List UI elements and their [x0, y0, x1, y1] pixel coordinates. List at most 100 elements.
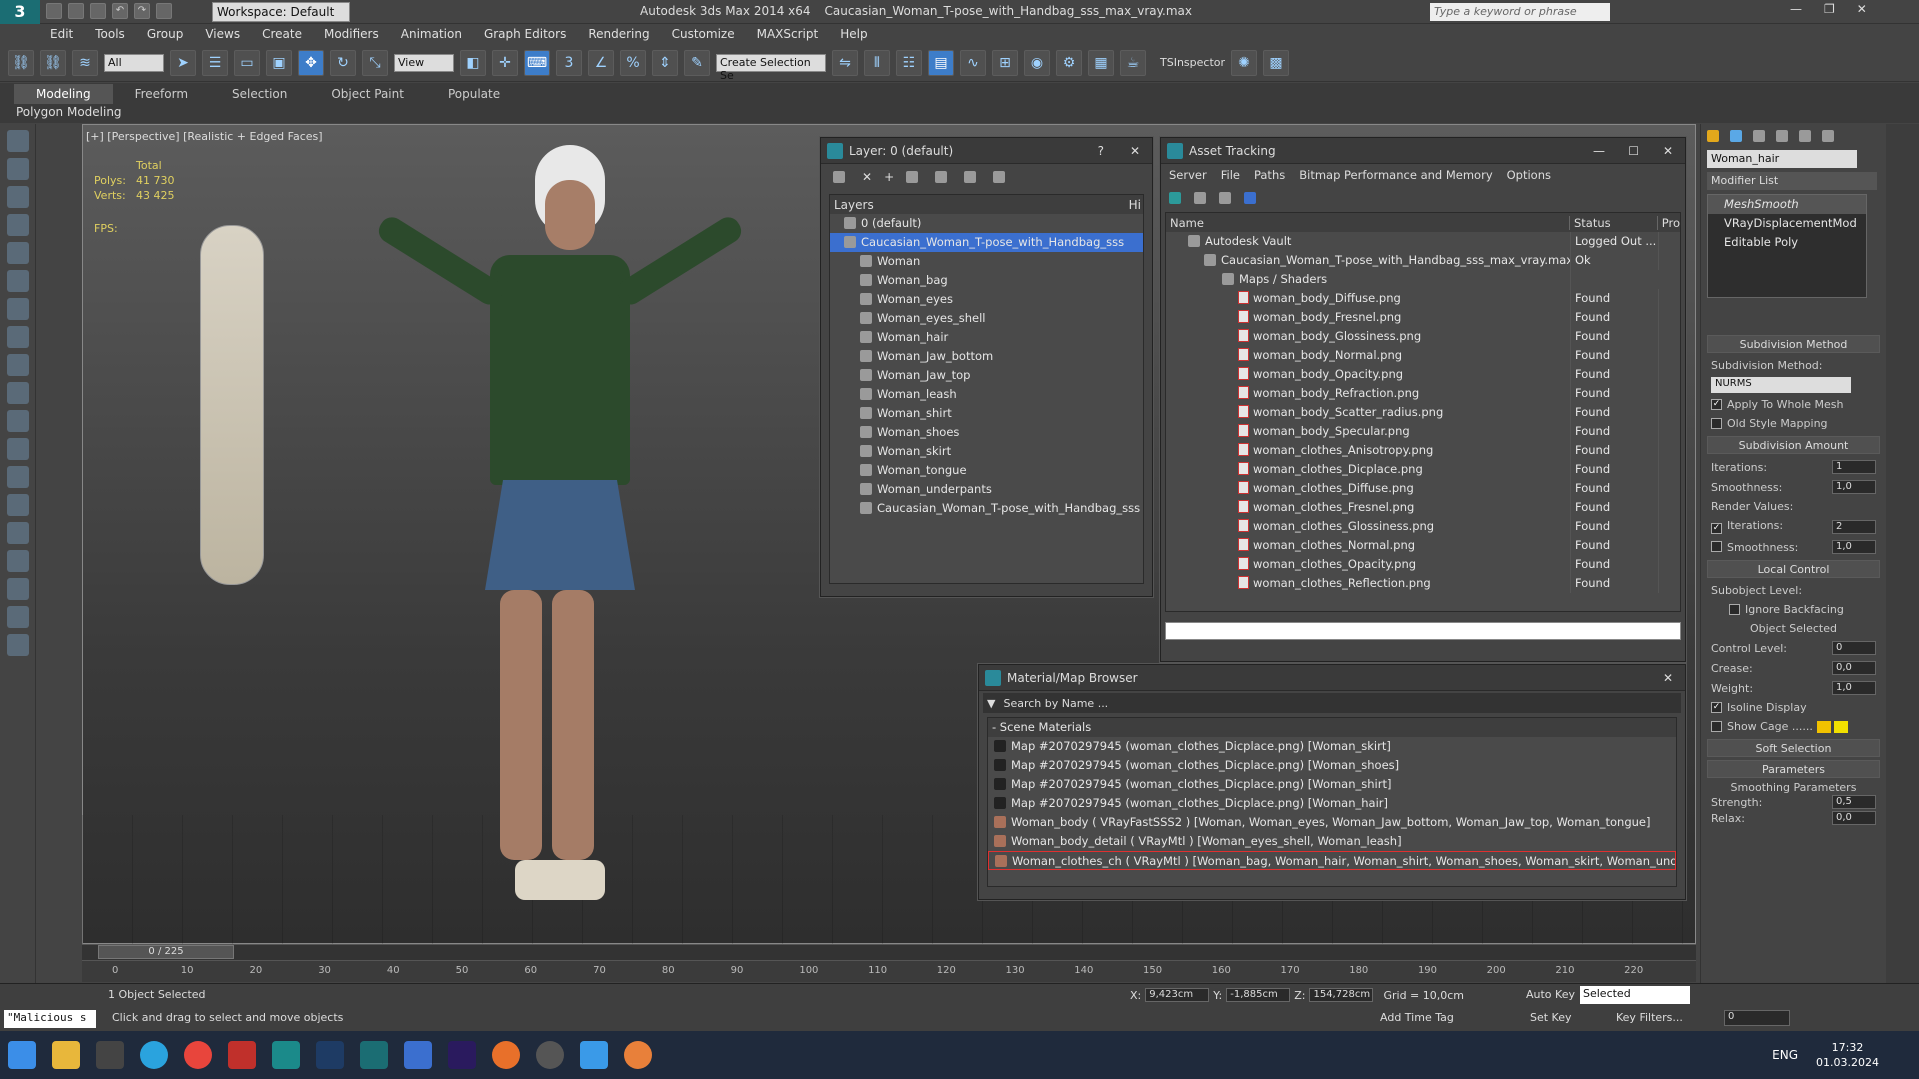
asset-close-icon[interactable]: ✕ [1663, 144, 1673, 158]
subdiv-method-rollout[interactable]: Subdivision Method [1707, 335, 1880, 353]
material-row[interactable]: Woman_clothes_ch ( VRayMtl ) [Woman_bag,… [988, 851, 1676, 870]
edit-named-selection-icon[interactable]: ✎ [684, 49, 710, 76]
apply-whole-mesh-checkbox[interactable]: ✓ Apply To Whole Mesh [1701, 395, 1886, 414]
tool-hair-icon[interactable] [7, 550, 29, 572]
percent-snap-icon[interactable]: % [620, 49, 646, 76]
menu-maxscript[interactable]: MAXScript [757, 27, 819, 41]
named-selection-dropdown[interactable]: Create Selection Se [716, 53, 826, 82]
z-coordinate[interactable]: 154,728cm [1309, 988, 1374, 1002]
layers-column-header[interactable]: Layers [834, 198, 874, 212]
asset-row[interactable]: Caucasian_Woman_T-pose_with_Handbag_sss_… [1166, 251, 1680, 270]
skirt-model[interactable] [485, 480, 635, 590]
select-in-layer-icon[interactable] [906, 171, 919, 183]
asset-menu-server[interactable]: Server [1169, 168, 1207, 182]
shoes-model[interactable] [515, 860, 605, 900]
after-effects-icon[interactable] [448, 1041, 476, 1069]
tool-layers-icon[interactable] [7, 214, 29, 236]
object-row[interactable]: Woman_Jaw_top [830, 366, 1143, 385]
scene-materials-header[interactable]: - Scene Materials [988, 718, 1676, 737]
tab-freeform[interactable]: Freeform [113, 84, 210, 104]
subdiv-method-dropdown[interactable]: NURMS [1711, 377, 1851, 393]
qbittorrent-icon[interactable] [624, 1041, 652, 1069]
save-file-icon[interactable] [90, 3, 106, 19]
material-row[interactable]: Map #2070297945 (woman_clothes_Dicplace.… [988, 794, 1676, 813]
browser-options-icon[interactable]: ▼ [987, 697, 995, 710]
tool-particles-icon[interactable] [7, 466, 29, 488]
undo-icon[interactable]: ↶ [112, 3, 128, 19]
material-row[interactable]: Map #2070297945 (woman_clothes_Dicplace.… [988, 737, 1676, 756]
material-row[interactable]: Map #2070297945 (woman_clothes_Dicplace.… [988, 775, 1676, 794]
checkbox-checked-icon[interactable]: ✓ [1711, 702, 1722, 713]
material-row[interactable]: Map #2070297945 (woman_clothes_Dicplace.… [988, 756, 1676, 775]
open-file-icon[interactable] [68, 3, 84, 19]
pro-column-header[interactable]: Pro [1658, 216, 1680, 230]
browser-close-icon[interactable]: ✕ [1663, 671, 1673, 685]
camera-icon[interactable] [580, 1041, 608, 1069]
checker-icon[interactable]: ▩ [1263, 49, 1290, 76]
layer-manager-icon[interactable]: ☷ [896, 49, 922, 76]
apps-icon[interactable] [96, 1041, 124, 1069]
menu-group[interactable]: Group [147, 27, 184, 41]
new-file-icon[interactable] [46, 3, 62, 19]
weight-spinner[interactable]: 1,0 [1832, 681, 1876, 695]
rendered-frame-icon[interactable]: ▦ [1088, 49, 1114, 76]
ribbon-panel-label[interactable]: Polygon Modeling [0, 105, 1919, 123]
crease-spinner[interactable]: 0,0 [1832, 661, 1876, 675]
maximize-icon[interactable]: ❐ [1824, 2, 1835, 16]
object-name-field[interactable]: Woman_hair [1707, 150, 1857, 168]
tool-camera-icon[interactable] [7, 270, 29, 292]
highlight-layer-icon[interactable] [935, 171, 948, 183]
local-control-rollout[interactable]: Local Control [1707, 560, 1880, 578]
tool-sphere-icon[interactable] [7, 298, 29, 320]
list-view-icon[interactable] [1194, 192, 1206, 204]
tool-viewport-icon[interactable] [7, 158, 29, 180]
workspace-dropdown[interactable]: Workspace: Default [212, 2, 350, 22]
strength-spinner[interactable]: 0,5 [1832, 795, 1876, 809]
y-coordinate[interactable]: -1,885cm [1226, 988, 1291, 1002]
checkbox-checked-icon[interactable]: ✓ [1711, 399, 1722, 410]
window-crossing-icon[interactable]: ▣ [266, 49, 292, 76]
angle-snap-icon[interactable]: ∠ [588, 49, 614, 76]
asset-row[interactable]: woman_body_Fresnel.png Found [1166, 308, 1680, 327]
asset-row[interactable]: Maps / Shaders [1166, 270, 1680, 289]
grid-view-icon[interactable] [1244, 192, 1256, 204]
tool-wheel-icon[interactable] [7, 578, 29, 600]
asset-menu-bitmap[interactable]: Bitmap Performance and Memory [1299, 168, 1492, 182]
cage-selected-color-swatch[interactable] [1833, 720, 1848, 733]
right-leg-model[interactable] [552, 590, 594, 860]
object-row[interactable]: Woman_underpants [830, 480, 1143, 499]
stack-item-meshsmooth[interactable]: MeshSmooth [1708, 195, 1866, 214]
redo-icon[interactable]: ↷ [134, 3, 150, 19]
manipulate-icon[interactable]: ✛ [492, 49, 518, 76]
clock[interactable]: 17:32 01.03.2024 [1816, 1040, 1879, 1070]
ignore-backfacing-checkbox[interactable]: Ignore Backfacing [1701, 600, 1886, 619]
object-row[interactable]: Woman_eyes [830, 290, 1143, 309]
tool-list-icon[interactable] [7, 186, 29, 208]
cage-color-swatch[interactable] [1816, 720, 1831, 733]
motion-tab-icon[interactable] [1776, 130, 1788, 142]
track-bar[interactable]: 0 10 20 30 40 50 60 70 80 90 100 110 120 130 140 150 160… [82, 960, 1696, 982]
object-row[interactable]: Woman_shirt [830, 404, 1143, 423]
browser-search[interactable]: ▼ Search by Name ... [983, 693, 1681, 713]
chrome-icon[interactable] [184, 1041, 212, 1069]
render-smoothness-checkbox[interactable] [1711, 540, 1722, 552]
modify-tab-icon[interactable] [1730, 130, 1742, 142]
set-key-button[interactable]: Set Key [1530, 1011, 1572, 1024]
select-by-name-icon[interactable]: ☰ [202, 49, 228, 76]
object-row[interactable]: Woman_Jaw_bottom [830, 347, 1143, 366]
asset-row[interactable]: woman_clothes_Glossiness.png Found [1166, 517, 1680, 536]
tab-object-paint[interactable]: Object Paint [309, 84, 426, 104]
hide-all-icon[interactable] [964, 171, 977, 183]
bind-spacewarp-icon[interactable]: ≋ [72, 49, 98, 76]
material-row[interactable]: Woman_body_detail ( VRayMtl ) [Woman_eye… [988, 832, 1676, 851]
layer-row-selected[interactable]: Caucasian_Woman_T-pose_with_Handbag_sss [830, 233, 1143, 252]
asset-row[interactable]: woman_clothes_Diffuse.png Found [1166, 479, 1680, 498]
aida64-icon[interactable] [228, 1041, 256, 1069]
selection-filter-dropdown[interactable]: All [104, 53, 164, 72]
handbag-model[interactable] [200, 225, 264, 585]
asset-row[interactable]: woman_clothes_Reflection.png Found [1166, 574, 1680, 593]
app-logo-icon[interactable]: 3 [0, 0, 40, 24]
subdiv-amount-rollout[interactable]: Subdivision Amount [1707, 436, 1880, 454]
create-layer-icon[interactable] [833, 171, 845, 183]
maxscript-listener[interactable]: "Malicious s [4, 1010, 96, 1028]
